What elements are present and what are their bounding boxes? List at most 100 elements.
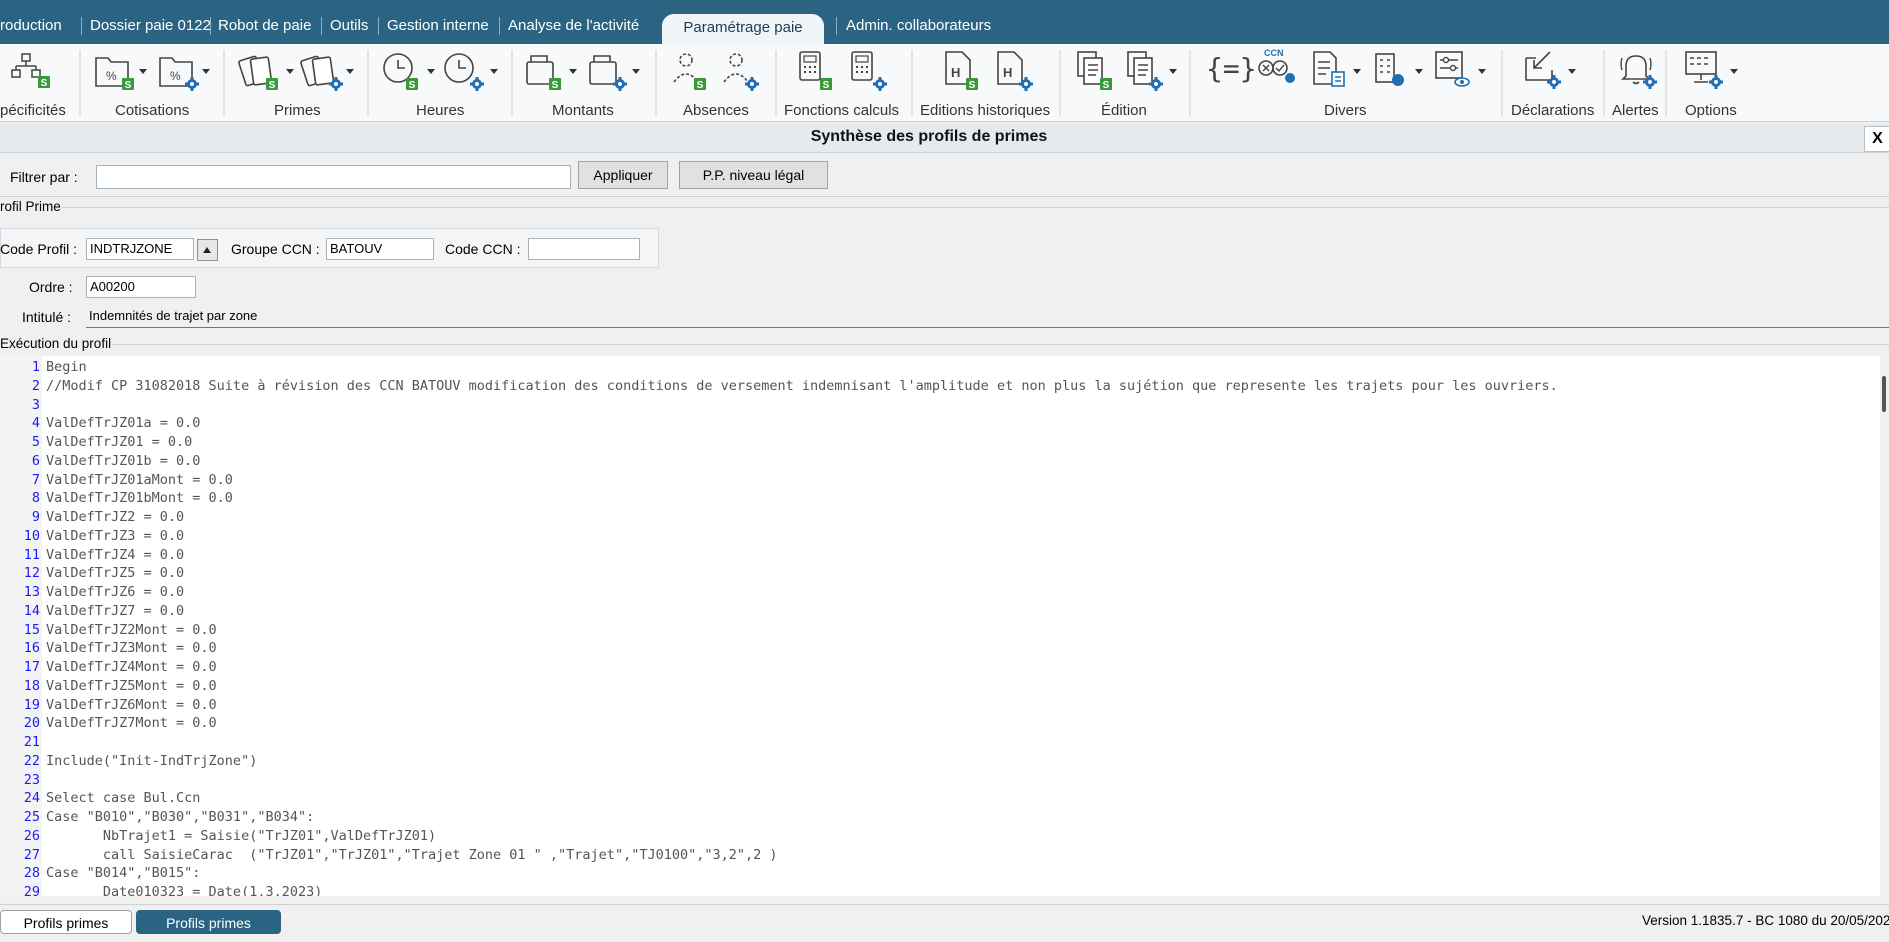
close-panel-button[interactable]: X: [1864, 126, 1889, 152]
code-line[interactable]: 15 ValDefTrJZ2Mont = 0.0: [0, 621, 1880, 640]
calculator-gear-icon[interactable]: [851, 51, 887, 91]
code-text[interactable]: ValDefTrJZ3Mont = 0.0: [46, 639, 217, 658]
code-line[interactable]: 12 ValDefTrJZ5 = 0.0: [0, 564, 1880, 583]
percent-folder-gear-icon[interactable]: %: [159, 57, 199, 91]
edition-icon[interactable]: [1077, 51, 1112, 91]
wallet-gear-icon[interactable]: [589, 55, 627, 91]
options-icon[interactable]: [1685, 51, 1723, 89]
code-text[interactable]: ValDefTrJZ7 = 0.0: [46, 602, 184, 621]
code-text[interactable]: ValDefTrJZ01b = 0.0: [46, 452, 200, 471]
code-line[interactable]: 10 ValDefTrJZ3 = 0.0: [0, 527, 1880, 546]
tab-production[interactable]: roduction: [0, 16, 62, 36]
bell-icon[interactable]: [1620, 55, 1657, 89]
code-text[interactable]: ValDefTrJZ5 = 0.0: [46, 564, 184, 583]
code-line[interactable]: 19 ValDefTrJZ6Mont = 0.0: [0, 696, 1880, 715]
tab-outils[interactable]: Outils: [330, 16, 368, 36]
code-line[interactable]: 8 ValDefTrJZ01bMont = 0.0: [0, 489, 1880, 508]
code-text[interactable]: Case "B014","B015":: [46, 864, 200, 883]
code-text[interactable]: ValDefTrJZ3 = 0.0: [46, 527, 184, 546]
code-line[interactable]: 7 ValDefTrJZ01aMont = 0.0: [0, 471, 1880, 490]
settings-eye-icon[interactable]: [1435, 51, 1470, 87]
code-text[interactable]: ValDefTrJZ01 = 0.0: [46, 433, 192, 452]
code-text[interactable]: Include("Init-IndTrjZone"): [46, 752, 257, 771]
braces-icon[interactable]: {=}: [1206, 52, 1257, 85]
history-doc-icon[interactable]: H: [945, 51, 978, 91]
tab-parametrage-paie[interactable]: Paramétrage paie: [662, 14, 824, 44]
code-line[interactable]: 25 Case "B010","B030","B031","B034":: [0, 808, 1880, 827]
code-text[interactable]: Case "B010","B030","B031","B034":: [46, 808, 314, 827]
code-text[interactable]: ValDefTrJZ01bMont = 0.0: [46, 489, 233, 508]
code-text[interactable]: call SaisieCarac ("TrJZ01","TrJZ01","Tra…: [46, 846, 778, 865]
checklist-icon[interactable]: [1313, 51, 1345, 87]
bonus-icon[interactable]: [238, 55, 278, 91]
code-text[interactable]: ValDefTrJZ7Mont = 0.0: [46, 714, 217, 733]
tab-analyse-activite[interactable]: Analyse de l'activité: [508, 16, 639, 36]
absence-icon[interactable]: [673, 53, 706, 91]
ccn-icon[interactable]: CCN: [1258, 48, 1295, 83]
code-line[interactable]: 26 NbTrajet1 = Saisie("TrJZ01",ValDefTrJ…: [0, 827, 1880, 846]
code-line[interactable]: 4 ValDefTrJZ01a = 0.0: [0, 414, 1880, 433]
code-text[interactable]: ValDefTrJZ01aMont = 0.0: [46, 471, 233, 490]
code-ccn-input[interactable]: [528, 238, 640, 260]
pp-niveau-legal-button[interactable]: P.P. niveau légal: [679, 161, 828, 189]
wallet-icon[interactable]: [526, 55, 561, 91]
code-editor[interactable]: 1 Begin 2 //Modif CP 31082018 Suite à révis…: [0, 356, 1880, 896]
code-line[interactable]: 21: [0, 733, 1880, 752]
code-text[interactable]: ValDefTrJZ01a = 0.0: [46, 414, 200, 433]
groupe-ccn-input[interactable]: BATOUV: [326, 238, 434, 260]
tab-gestion-interne[interactable]: Gestion interne: [387, 16, 489, 36]
code-line[interactable]: 28 Case "B014","B015":: [0, 864, 1880, 883]
building-icon[interactable]: [1375, 53, 1404, 86]
code-line[interactable]: 24 Select case Bul.Ccn: [0, 789, 1880, 808]
history-doc-gear-icon[interactable]: H: [997, 51, 1033, 91]
code-text[interactable]: Select case Bul.Ccn: [46, 789, 200, 808]
bottom-tab-profils-primes-1[interactable]: Profils primes: [0, 910, 132, 934]
filter-input[interactable]: [96, 165, 571, 189]
code-text[interactable]: Date010323 = Date(1,3,2023): [46, 883, 322, 896]
code-text[interactable]: ValDefTrJZ6 = 0.0: [46, 583, 184, 602]
code-line[interactable]: 1 Begin: [0, 358, 1880, 377]
code-line[interactable]: 27 call SaisieCarac ("TrJZ01","TrJZ01","…: [0, 846, 1880, 865]
intitule-input[interactable]: Indemnités de trajet par zone: [86, 306, 1889, 328]
code-text[interactable]: ValDefTrJZ2Mont = 0.0: [46, 621, 217, 640]
editor-scrollbar-thumb[interactable]: [1882, 376, 1886, 412]
tab-admin-collaborateurs[interactable]: Admin. collaborateurs: [846, 16, 991, 36]
code-line[interactable]: 9 ValDefTrJZ2 = 0.0: [0, 508, 1880, 527]
apply-button[interactable]: Appliquer: [578, 161, 668, 189]
code-text[interactable]: Begin: [46, 358, 87, 377]
code-line[interactable]: 29 Date010323 = Date(1,3,2023): [0, 883, 1880, 896]
calculator-icon[interactable]: [799, 51, 832, 91]
declaration-icon[interactable]: [1525, 51, 1561, 89]
code-text[interactable]: NbTrajet1 = Saisie("TrJZ01",ValDefTrJZ01…: [46, 827, 436, 846]
code-text[interactable]: ValDefTrJZ4 = 0.0: [46, 546, 184, 565]
code-line[interactable]: 13 ValDefTrJZ6 = 0.0: [0, 583, 1880, 602]
code-line[interactable]: 20 ValDefTrJZ7Mont = 0.0: [0, 714, 1880, 733]
code-line[interactable]: 5 ValDefTrJZ01 = 0.0: [0, 433, 1880, 452]
code-line[interactable]: 16 ValDefTrJZ3Mont = 0.0: [0, 639, 1880, 658]
bonus-gear-icon[interactable]: [300, 55, 343, 91]
clock-icon[interactable]: [383, 53, 418, 91]
code-line[interactable]: 2 //Modif CP 31082018 Suite à révision de…: [0, 377, 1880, 396]
code-line[interactable]: 17 ValDefTrJZ4Mont = 0.0: [0, 658, 1880, 677]
code-profil-lookup-button[interactable]: [197, 239, 218, 261]
ordre-input[interactable]: A00200: [86, 276, 196, 298]
editor-scrollbar[interactable]: [1880, 356, 1889, 896]
clock-gear-icon[interactable]: [444, 53, 484, 91]
code-line[interactable]: 18 ValDefTrJZ5Mont = 0.0: [0, 677, 1880, 696]
tab-dossier-paie[interactable]: Dossier paie 0122: [90, 16, 211, 36]
code-profil-input[interactable]: INDTRJZONE: [86, 238, 194, 260]
code-text[interactable]: ValDefTrJZ2 = 0.0: [46, 508, 184, 527]
code-line[interactable]: 14 ValDefTrJZ7 = 0.0: [0, 602, 1880, 621]
absence-gear-icon[interactable]: [723, 53, 759, 91]
code-text[interactable]: ValDefTrJZ6Mont = 0.0: [46, 696, 217, 715]
tab-robot-de-paie[interactable]: Robot de paie: [218, 16, 311, 36]
code-line[interactable]: 6 ValDefTrJZ01b = 0.0: [0, 452, 1880, 471]
code-line[interactable]: 22 Include("Init-IndTrjZone"): [0, 752, 1880, 771]
code-line[interactable]: 3: [0, 396, 1880, 415]
org-chart-icon[interactable]: [11, 53, 50, 89]
code-line[interactable]: 11 ValDefTrJZ4 = 0.0: [0, 546, 1880, 565]
edition-gear-icon[interactable]: [1127, 51, 1163, 91]
code-line[interactable]: 23: [0, 771, 1880, 790]
code-text[interactable]: ValDefTrJZ5Mont = 0.0: [46, 677, 217, 696]
code-text[interactable]: ValDefTrJZ4Mont = 0.0: [46, 658, 217, 677]
